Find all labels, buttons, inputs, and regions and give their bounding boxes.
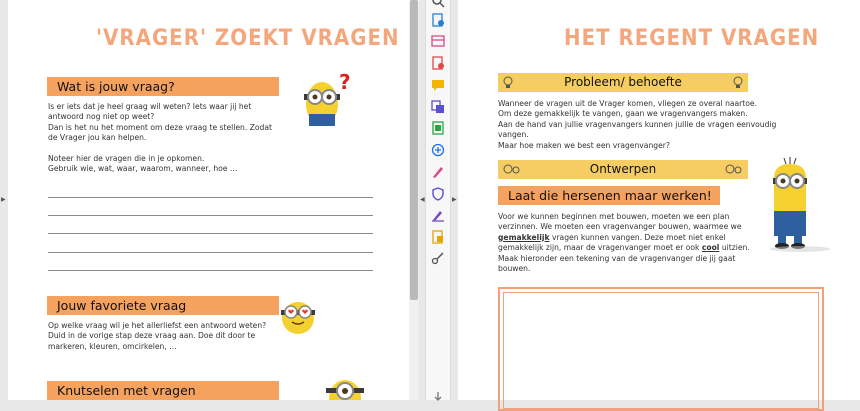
add-page-icon[interactable] [431,13,445,27]
design-text-emphasis: gemakkelijk [498,232,550,242]
right-page-title: HET REGENT VRAGEN [564,26,820,51]
minion-peeking-illustration [326,380,364,400]
section-heading-laat-die-hersenen: Laat die hersenen maar werken! [498,186,720,205]
answer-line [48,252,373,253]
more-tools-icon[interactable] [431,251,445,265]
tools-sidebar [425,0,451,401]
answer-line [48,270,373,271]
layout-icon[interactable] [431,34,445,48]
problem-body-text: Wanneer de vragen uit de Vrager komen, v… [498,99,777,150]
section-heading-jouw-favoriete-vraag: Jouw favoriete vraag [47,296,279,315]
answer-line [48,233,373,234]
search-icon[interactable] [431,0,445,8]
minion-standing-illustration [770,157,830,252]
compress-icon[interactable] [431,143,445,157]
comment-icon[interactable] [431,78,445,92]
customize-tools-icon[interactable] [431,392,445,406]
ontwerpen-heading-label: Ontwerpen [589,162,657,176]
combine-icon[interactable] [431,100,445,114]
section-heading-knutselen-met-vragen: Knutselen met vragen [47,381,279,400]
organize-icon[interactable] [431,121,445,135]
section-heading-wat-is-jouw-vraag: Wat is jouw vraag? [47,77,279,96]
question-mark-icon: ? [339,70,351,94]
fill-sign-icon[interactable] [431,208,445,222]
left-edge-arrow-icon[interactable]: ▶ [1,196,6,203]
brain-gears-icon [503,164,520,174]
section-heading-probleem-behoefte: Probleem/ behoefte [498,73,748,92]
design-text-part: Voor we kunnen beginnen met bouwen, moet… [498,212,742,232]
design-text-emphasis: cool [701,243,720,253]
collapse-left-arrow-icon[interactable]: ◀ [420,196,425,203]
answer-line [48,197,373,198]
section-heading-ontwerpen: Ontwerpen [498,160,748,179]
lightbulb-icon [503,76,513,88]
left-document-page: 'VRAGER' ZOEKT VRAGEN Wat is jouw vraag?… [8,0,409,400]
sign-icon[interactable] [431,165,445,179]
brain-gears-icon [725,164,742,174]
vertical-scrollbar-thumb[interactable] [410,0,418,300]
probleem-heading-label: Probleem/ behoefte [564,75,682,89]
drawing-area-inner-frame [503,292,819,409]
section1-body-text: Is er iets dat je heel graag wil weten? … [48,102,272,174]
section2-body-text: Op welke vraag wil je het allerliefst ee… [48,321,267,351]
stamp-icon[interactable] [431,230,445,244]
export-pdf-icon[interactable] [431,56,445,70]
collapse-right-arrow-icon[interactable]: ▶ [452,196,457,203]
minion-goggles-illustration [304,82,340,126]
design-body-text: Voor we kunnen beginnen met bouwen, moet… [498,212,768,274]
protect-icon[interactable] [431,187,445,201]
answer-line [48,215,373,216]
left-page-title: 'VRAGER' ZOEKT VRAGEN [96,26,400,51]
lightbulb-icon [733,76,743,88]
